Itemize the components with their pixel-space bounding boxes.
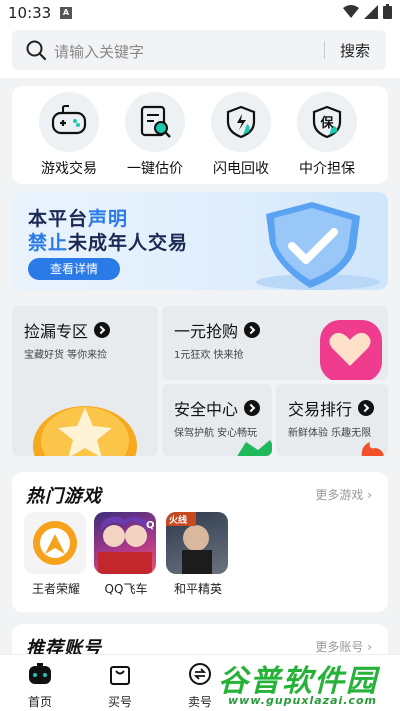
guarantee-shield-icon: 保 (312, 105, 342, 139)
game-item-qqspeed[interactable]: Q QQ飞车 (94, 512, 158, 597)
card-bargain-zone[interactable]: 捡漏专区 宝藏好货 等你来捡 (12, 306, 158, 456)
search-divider (324, 41, 325, 59)
banner-text: 未成年人交易 (68, 232, 189, 254)
card-subtitle: 新鲜体验 乐趣无限 (288, 428, 372, 439)
status-time: 10:33 (8, 4, 52, 22)
tab-home[interactable]: 首页 (12, 661, 68, 710)
quick-guarantee[interactable]: 保 中介担保 (290, 92, 364, 178)
tab-label: 买号 (107, 695, 132, 709)
green-shield-illustration (237, 440, 272, 456)
status-bar: 10:33 A (0, 0, 400, 26)
game-item-pubg[interactable]: 火线 和平精英 (166, 512, 230, 597)
game-item-wzry[interactable]: 王者荣耀 (24, 512, 88, 597)
status-icons (343, 4, 392, 19)
arrow-right-icon (94, 322, 111, 338)
game-icon: Q (94, 512, 156, 574)
banner-text-highlight: 禁止 (28, 232, 69, 254)
arrow-right-icon (358, 400, 375, 416)
quick-label: 一键估价 (127, 161, 183, 177)
quick-icon-bg (39, 92, 99, 152)
notice-banner[interactable]: 本平台声明 禁止未成年人交易 查看详情 (12, 192, 388, 290)
game-icon: 火线 (166, 512, 228, 574)
search-input[interactable]: 请输入关键字 搜索 (12, 30, 386, 70)
game-name: 和平精英 (173, 582, 222, 596)
card-security-center[interactable]: 安全中心 保驾护航 安心畅玩 (162, 384, 272, 456)
search-icon (26, 40, 46, 60)
card-title-text: 交易排行 (288, 400, 353, 419)
game-logo (33, 521, 77, 565)
quick-appraisal[interactable]: 一键估价 (118, 92, 192, 178)
arrow-right-icon (244, 322, 261, 338)
watermark-url: www.gupuxlazai.com (228, 694, 377, 707)
search-bar: 请输入关键字 搜索 (0, 26, 400, 78)
tab-buy[interactable]: 买号 (92, 661, 148, 710)
card-title: 一元抢购 (174, 318, 261, 342)
quick-actions: 游戏交易 一键估价 闪电回收 保 中介担保 (12, 86, 388, 184)
game-name: 王者荣耀 (31, 582, 80, 596)
wifi-icon (343, 4, 359, 18)
gold-star-coin-illustration (33, 406, 137, 456)
feature-grid: 捡漏专区 宝藏好货 等你来捡 一元抢购 1元狂欢 快来抢 安全中心 保驾护航 安… (12, 306, 388, 456)
svg-text:保: 保 (319, 115, 334, 131)
quick-game-trade[interactable]: 游戏交易 (32, 92, 106, 178)
card-title-text: 安全中心 (174, 400, 239, 419)
card-subtitle: 保驾护航 安心畅玩 (174, 428, 258, 439)
game-logo: Q (98, 516, 155, 574)
more-games-link[interactable]: 更多游戏 › (315, 486, 372, 503)
tab-label: 首页 (27, 695, 52, 709)
arrow-right-icon (244, 400, 261, 416)
quick-icon-bg (125, 92, 185, 152)
card-subtitle: 宝藏好货 等你来捡 (24, 350, 108, 361)
banner-text-highlight: 声明 (88, 208, 129, 230)
quick-lightning-recycle[interactable]: 闪电回收 (204, 92, 278, 178)
quick-label: 中介担保 (299, 161, 355, 177)
card-one-yuan-flash[interactable]: 一元抢购 1元狂欢 快来抢 (162, 306, 388, 380)
quick-label: 游戏交易 (41, 161, 97, 177)
battery-icon (383, 4, 392, 19)
card-title: 安全中心 (174, 396, 261, 420)
shield-check-illustration (256, 202, 380, 290)
quick-icon-bg: 保 (297, 92, 357, 152)
banner-text: 本平台 (28, 208, 89, 230)
flame-illustration (361, 442, 384, 456)
game-badge-text: 火线 (169, 514, 187, 526)
banner-line2: 禁止未成年人交易 (28, 228, 188, 255)
card-title-text: 一元抢购 (174, 322, 239, 341)
game-icon (24, 512, 86, 574)
lightning-shield-icon (226, 105, 256, 139)
home-icon (29, 663, 51, 684)
more-accounts-link[interactable]: 更多账号 › (315, 638, 372, 655)
quick-label: 闪电回收 (213, 161, 269, 177)
card-subtitle: 1元狂欢 快来抢 (174, 350, 244, 361)
hot-games-section: 热门游戏 更多游戏 › 王者荣耀 Q QQ飞车 火线 和平精英 (12, 472, 388, 612)
shopping-bag-icon (110, 666, 130, 685)
banner-line1: 本平台声明 (28, 204, 128, 231)
game-badge-letter: Q (146, 520, 155, 531)
gamepad-icon (51, 105, 87, 135)
card-title: 捡漏专区 (24, 318, 111, 342)
quick-icon-bg (211, 92, 271, 152)
card-trade-ranking[interactable]: 交易排行 新鲜体验 乐趣无限 (276, 384, 388, 456)
hot-games-title: 热门游戏 (26, 486, 102, 507)
sell-icon (189, 663, 211, 685)
card-title-text: 捡漏专区 (24, 322, 89, 341)
pink-heart-illustration (320, 320, 382, 380)
appraisal-icon (140, 105, 171, 138)
site-watermark: 谷普软件园 www.gupuxlazai.com (218, 656, 398, 708)
notification-icon: A (60, 7, 72, 19)
card-title: 交易排行 (288, 396, 375, 420)
game-name: QQ飞车 (104, 582, 148, 596)
view-details-button[interactable]: 查看详情 (28, 258, 120, 280)
signal-icon (364, 4, 378, 19)
search-placeholder: 请输入关键字 (54, 43, 145, 61)
game-logo: 火线 (166, 512, 212, 574)
search-button[interactable]: 搜索 (340, 40, 370, 61)
